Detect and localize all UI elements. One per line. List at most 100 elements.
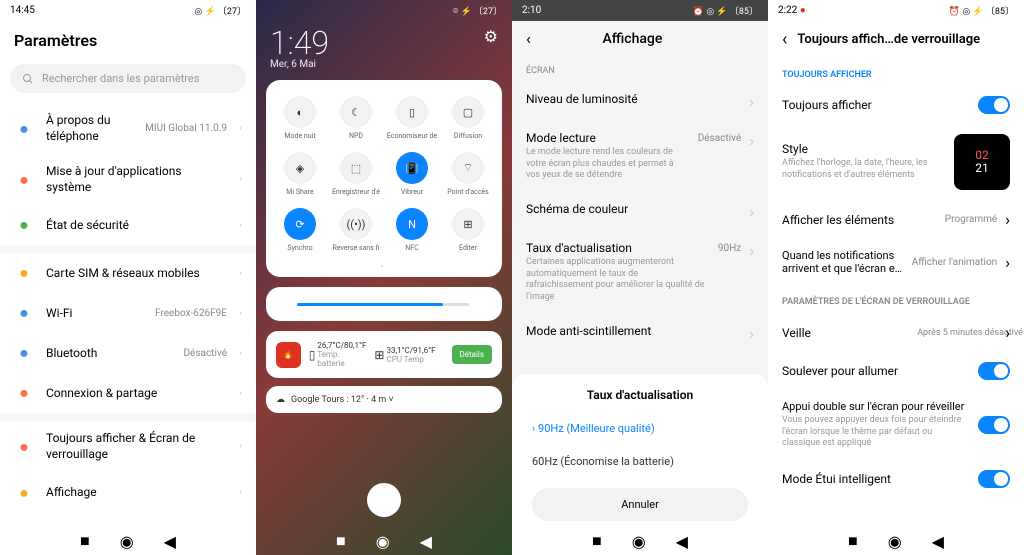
row-value: MIUI Global 11.0.9 [145,123,227,134]
google-weather-text: Google Tours : 12° · 4 m ˅ [291,394,394,405]
settings-row[interactable]: ●Affichage› [0,473,256,513]
nav-bar: ■ ◉ ◀ [768,527,1024,555]
tile-label: NFC [384,244,440,252]
row-label: Afficher les éléments [782,213,937,227]
quick-tile[interactable]: ⟳Synchro [272,202,328,258]
row-elements[interactable]: Afficher les éléments Programmé › [768,200,1024,239]
row-label: Wi-Fi [46,306,143,322]
cpu-icon: 🔥 [276,342,301,368]
nav-recent-icon[interactable]: ■ [592,531,602,551]
nav-bar: ■ ◉ ◀ [0,527,256,555]
google-card[interactable]: ☁ Google Tours : 12° · 4 m ˅ [266,386,502,413]
row-smartcover[interactable]: Mode Étui intelligent [768,460,1024,498]
quick-tiles-panel: ◐Mode nuit☾NPD▯Économiseur de▢Diffusion ◈… [266,80,502,277]
row-label: Toujours afficher [782,98,970,112]
status-icons: ⌾ ⚡ 〔27〕 [453,4,502,17]
sun-low-icon: ☀ [280,299,289,310]
quick-tile[interactable]: ☾NPD [328,90,384,146]
cpu-card[interactable]: 🔥 ▯26,7°C/80,1°FTemp. batterie ⊞33,1°C/9… [266,331,502,378]
nav-back-icon[interactable]: ◀ [676,532,688,551]
quick-tile[interactable]: ⬚Enregistreur d'é [328,146,384,202]
quick-tile[interactable]: ((•))Reverse sans fi [328,202,384,258]
settings-row[interactable]: ●Carte SIM & réseaux mobiles› [0,253,256,293]
row-sleep[interactable]: Veille Après 5 minutes désactivé › [768,313,1024,352]
quick-tile[interactable]: ◐Mode nuit [272,90,328,146]
toggle[interactable] [978,416,1010,434]
brightness-slider[interactable]: ☀ ☀ [266,287,502,321]
settings-row[interactable]: ●État de sécurité› [0,205,256,245]
tile-label: Synchro [272,244,328,252]
nav-back-icon[interactable]: ◀ [420,532,432,551]
settings-row[interactable]: ●Mise à jour d'applications système› [0,154,256,205]
option-90hz[interactable]: › 90Hz (Meilleure qualité) [512,412,768,445]
quick-tile[interactable]: 📳Vibreur [384,146,440,202]
row-raise[interactable]: Soulever pour allumer [768,352,1024,390]
settings-row[interactable]: Mode anti-scintillement › [512,314,768,353]
quick-tile[interactable]: ▯Économiseur de [384,90,440,146]
row-label: Toujours afficher & Écran de verrouillag… [46,431,227,462]
section-label: ÉCRAN [512,56,768,82]
search-input[interactable]: Rechercher dans les paramètres [10,64,246,93]
tile-icon: ⬚ [340,152,372,184]
clock-time: 1:49 [270,27,329,59]
chevron-right-icon: › [239,220,242,231]
settings-row[interactable]: ●Connexion & partage› [0,373,256,413]
quick-tile[interactable]: ⌔Point d'accès [440,146,496,202]
row-always-on[interactable]: Toujours afficher [768,86,1024,124]
close-button[interactable]: ✕ [367,483,401,517]
row-label: Niveau de luminosité [526,92,741,106]
row-label: Mode anti-scintillement [526,324,741,338]
settings-row[interactable]: Mode lectureLe mode lecture rend les cou… [512,121,768,192]
toggle[interactable] [978,96,1010,114]
nav-recent-icon[interactable]: ■ [336,531,346,551]
cancel-button[interactable]: Annuler [532,488,748,521]
quick-tile[interactable]: ▢Diffusion [440,90,496,146]
sun-icon: ● [14,483,34,503]
tile-label: Diffusion [440,132,496,140]
settings-row[interactable]: Niveau de luminosité› [512,82,768,121]
row-label: À propos du téléphone [46,113,133,144]
phone-quick-settings: ⌾ ⚡ 〔27〕 1:49 Mer, 6 Mai ⚙ ◐Mode nuit☾NP… [256,0,512,555]
nav-home-icon[interactable]: ◉ [632,532,646,551]
settings-row[interactable]: ●Toujours afficher & Écran de verrouilla… [0,421,256,472]
row-label: Taux d'actualisation [526,241,710,255]
quick-tile[interactable]: ⊞Éditer [440,202,496,258]
toggle[interactable] [978,470,1010,488]
chevron-right-icon: › [749,131,754,150]
nav-home-icon[interactable]: ◉ [376,532,390,551]
nav-recent-icon[interactable]: ■ [80,531,90,551]
header: ‹ Affichage [512,21,768,56]
row-value: Programmé [945,214,997,225]
row-value: Freebox-626F9E [155,308,227,319]
chevron-right-icon: › [749,241,754,260]
tile-label: Reverse sans fi [328,244,384,252]
settings-icon[interactable]: ⚙ [484,27,498,46]
row-notifications[interactable]: Quand les notifications arrivent et que … [768,239,1024,285]
row-style[interactable]: StyleAffichez l'horloge, la date, l'heur… [768,124,1024,200]
tile-icon: ☾ [340,96,372,128]
status-bar: 2:10 ⏰ ◎ ⚡ 〔85〕 [512,0,768,21]
details-button[interactable]: Détails [452,345,492,364]
settings-row[interactable]: ●À propos du téléphoneMIUI Global 11.0.9… [0,103,256,154]
toggle[interactable] [978,362,1010,380]
settings-row[interactable]: Taux d'actualisationCertaines applicatio… [512,231,768,314]
quick-tile[interactable]: ◈Mi Share [272,146,328,202]
row-doubletap[interactable]: Appui double sur l'écran pour réveillerV… [768,390,1024,460]
nav-home-icon[interactable]: ◉ [120,532,134,551]
back-icon[interactable]: ‹ [782,29,787,50]
row-label: Schéma de couleur [526,202,741,216]
settings-row[interactable]: Schéma de couleur› [512,192,768,231]
settings-row[interactable]: ●Wi-FiFreebox-626F9E› [0,293,256,333]
option-60hz[interactable]: 60Hz (Économise la batterie) [512,445,768,478]
status-icons: ◎ ⚡ 〔27〕 [194,4,246,17]
chevron-right-icon: › [749,324,754,343]
tile-icon: 📳 [396,152,428,184]
nav-back-icon[interactable]: ◀ [932,532,944,551]
nav-back-icon[interactable]: ◀ [164,532,176,551]
tile-label: Éditer [440,244,496,252]
chevron-right-icon: › [1005,323,1010,342]
nav-home-icon[interactable]: ◉ [888,532,902,551]
quick-tile[interactable]: NNFC [384,202,440,258]
nav-recent-icon[interactable]: ■ [848,531,858,551]
settings-row[interactable]: ●BluetoothDésactivé› [0,333,256,373]
